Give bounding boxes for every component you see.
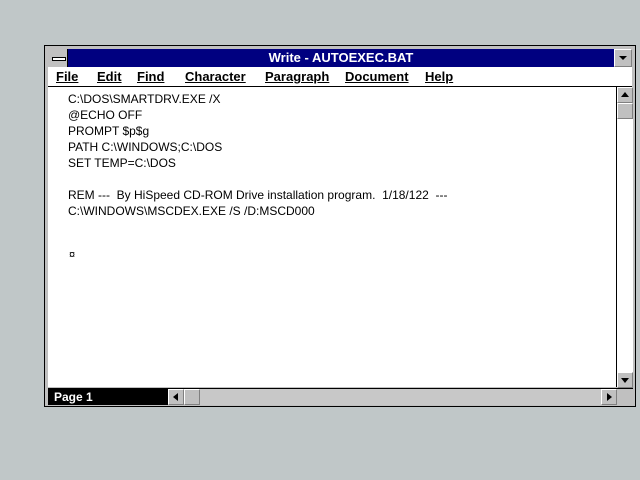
- menu-file[interactable]: File: [56, 67, 78, 86]
- document-line: PATH C:\WINDOWS;C:\DOS: [68, 140, 223, 154]
- document-area[interactable]: C:\DOS\SMARTDRV.EXE /X @ECHO OFF PROMPT …: [48, 87, 617, 387]
- horizontal-scroll-thumb[interactable]: [184, 389, 200, 405]
- document-line: @ECHO OFF: [68, 108, 143, 122]
- menu-find[interactable]: Find: [137, 67, 164, 86]
- status-bar: Page 1: [48, 388, 633, 405]
- document-line: REM --- By HiSpeed CD-ROM Drive installa…: [68, 188, 448, 202]
- title-bar[interactable]: Write - AUTOEXEC.BAT: [48, 49, 632, 67]
- menu-edit[interactable]: Edit: [97, 67, 122, 86]
- system-menu-icon[interactable]: [48, 49, 68, 67]
- window-frame: Write - AUTOEXEC.BAT File Edit Find Char…: [45, 46, 635, 406]
- arrow-right-icon: [607, 393, 612, 401]
- document-line: C:\WINDOWS\MSCDEX.EXE /S /D:MSCD000: [68, 204, 315, 218]
- scroll-down-button[interactable]: [617, 372, 633, 388]
- horizontal-scrollbar[interactable]: [168, 389, 617, 405]
- arrow-up-icon: [621, 92, 629, 97]
- menu-document[interactable]: Document: [345, 67, 409, 86]
- write-window: Write - AUTOEXEC.BAT File Edit Find Char…: [44, 45, 636, 407]
- document-line: PROMPT $p$g: [68, 124, 150, 138]
- scroll-up-button[interactable]: [617, 87, 633, 103]
- scroll-right-button[interactable]: [601, 389, 617, 405]
- end-of-document-mark: ¤: [69, 249, 76, 261]
- vertical-scroll-thumb[interactable]: [617, 103, 633, 119]
- arrow-down-icon: [621, 378, 629, 383]
- page-indicator: Page 1: [48, 389, 168, 405]
- vertical-scrollbar[interactable]: [617, 87, 633, 388]
- document-line: C:\DOS\SMARTDRV.EXE /X: [68, 92, 221, 106]
- menu-bar: File Edit Find Character Paragraph Docum…: [48, 67, 632, 87]
- scrollbar-corner: [617, 389, 633, 405]
- menu-paragraph[interactable]: Paragraph: [265, 67, 329, 86]
- window-title: Write - AUTOEXEC.BAT: [268, 50, 414, 65]
- arrow-left-icon: [173, 393, 178, 401]
- menu-help[interactable]: Help: [425, 67, 453, 86]
- scroll-left-button[interactable]: [168, 389, 184, 405]
- document-line: SET TEMP=C:\DOS: [68, 156, 176, 170]
- menu-character[interactable]: Character: [185, 67, 246, 86]
- minimize-icon[interactable]: [614, 49, 632, 67]
